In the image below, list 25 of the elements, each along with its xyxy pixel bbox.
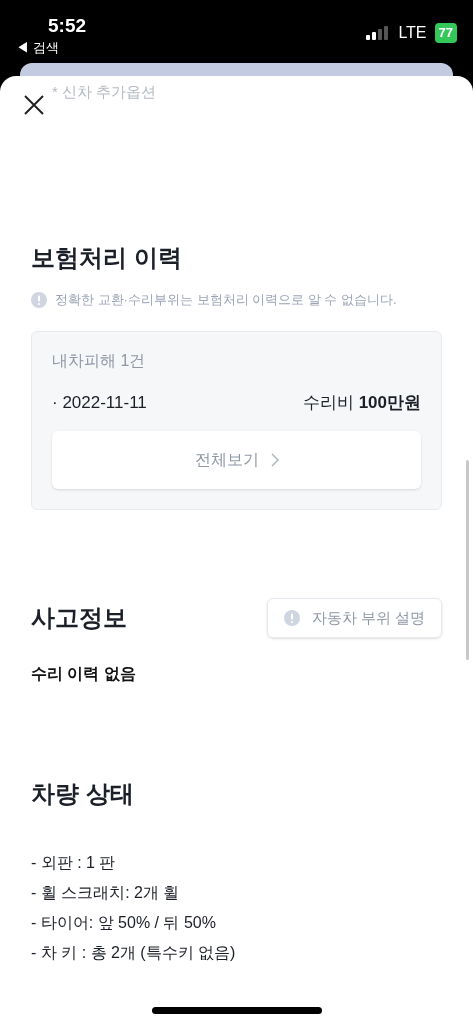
close-icon [23, 94, 45, 116]
condition-line: - 타이어: 앞 50% / 뒤 50% [31, 913, 217, 933]
record-date: · 2022-11-11 [52, 391, 147, 414]
notice-text: 정확한 교환·수리부위는 보험처리 이력으로 알 수 없습니다. [55, 291, 397, 309]
section-title: 보험처리 이력 [31, 243, 183, 273]
parts-guide-button[interactable]: 자동차 부위 설명 [266, 598, 442, 638]
section-title: 차량 상태 [31, 779, 135, 809]
condition-line: - 휠 스크래치: 2개 휠 [31, 883, 181, 903]
faded-text: * 신차 추가옵션 [52, 82, 157, 102]
signal-icon [366, 26, 391, 40]
clock-time: 5:52 [48, 14, 87, 38]
chevron-icon [270, 453, 279, 467]
condition-line: - 차 키 : 총 2개 (특수키 없음) [31, 943, 237, 963]
battery-indicator: 77 [434, 23, 457, 43]
condition-line: - 외판 : 1 판 [31, 853, 117, 873]
network-label: LTE [398, 23, 427, 43]
info-icon [31, 291, 47, 308]
back-link[interactable]: ◀ 검색 [16, 37, 87, 58]
repair-history-text: 수리 이력 없음 [31, 664, 137, 684]
section-title: 사고정보 [31, 603, 127, 633]
repair-cost: 수리비 100만원 [302, 391, 421, 414]
close-button[interactable] [22, 93, 46, 117]
view-all-button[interactable]: 전체보기 [52, 431, 421, 489]
card-label: 내차피해 1건 [52, 350, 147, 371]
info-icon [283, 610, 300, 626]
